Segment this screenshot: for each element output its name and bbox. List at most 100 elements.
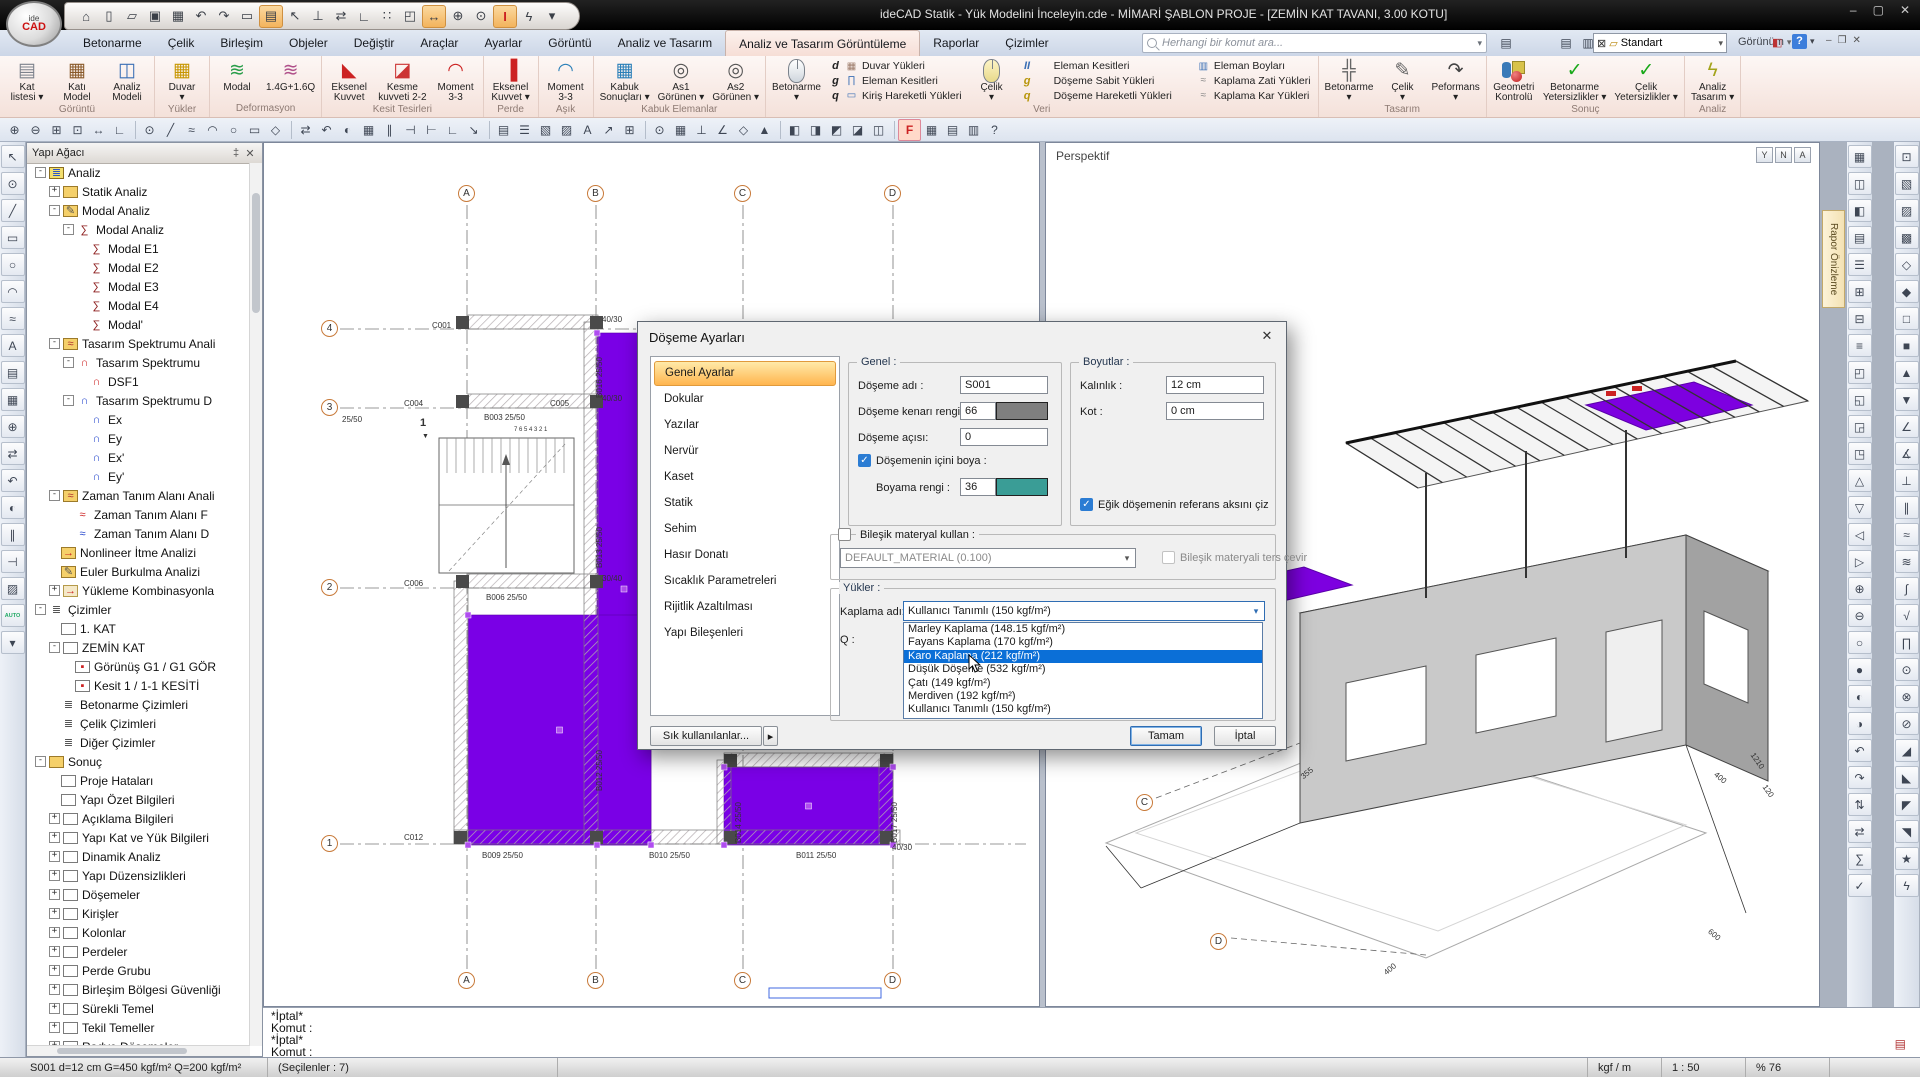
zoom-icon[interactable]: ⊕	[1, 415, 25, 438]
ungroup-icon[interactable]: ◨	[805, 120, 826, 140]
ok-button[interactable]: Tamam	[1130, 726, 1202, 746]
zoom-window-icon[interactable]: ⊞	[46, 120, 67, 140]
ribbon-button-as1-görünen[interactable]: ◎As1Görünen ▾	[655, 58, 708, 104]
new-file-icon[interactable]: ▯	[98, 6, 120, 27]
hatch2-icon[interactable]: ▨	[1895, 199, 1919, 222]
qat-dropdown-icon[interactable]: ▾	[541, 6, 563, 27]
sq-icon[interactable]: □	[1895, 307, 1919, 330]
dialog-nav-dokular[interactable]: Dokular	[654, 387, 836, 412]
tree-item-zaman-tan-m-alan-f[interactable]: ≈Zaman Tanım Alanı F	[29, 505, 250, 524]
tree-item-yap-özet-bilgileri[interactable]: Yapı Özet Bilgileri	[29, 790, 250, 809]
ribbon-button-1.4g+1.6q[interactable]: ≋1.4G+1.6Q	[263, 58, 318, 103]
ribbon-small-item-dö-eme-hareketli-yükleri[interactable]: qDöşeme Hareketli Yükleri	[1022, 89, 1172, 103]
collapse-icon[interactable]: -	[49, 642, 60, 653]
expand-icon[interactable]: +	[49, 813, 60, 824]
collapse-icon[interactable]: -	[35, 604, 46, 615]
tree-item-betonarme-çizimleri[interactable]: ≣Betonarme Çizimleri	[29, 695, 250, 714]
expand-icon[interactable]: +	[49, 1022, 60, 1033]
half2-icon[interactable]: ◐	[1848, 685, 1872, 708]
angle-icon[interactable]: ∟	[353, 6, 375, 27]
arc-icon[interactable]: ◠	[1, 280, 25, 303]
dropdown-option[interactable]: Marley Kaplama (148.15 kgf/m²)	[904, 623, 1262, 636]
paint-inside-checkbox[interactable]: ✓	[858, 454, 871, 467]
half-icon[interactable]: ◧	[1848, 199, 1872, 222]
sq2-icon[interactable]: ■	[1895, 334, 1919, 357]
dialog-nav-nervür[interactable]: Nervür	[654, 439, 836, 464]
otimes-icon[interactable]: ⊗	[1895, 685, 1919, 708]
tree-item-görünü-g1-g1-gör[interactable]: ▪Görünüş G1 / G1 GÖR	[29, 657, 250, 676]
dialog-nav-sehim[interactable]: Sehim	[654, 517, 836, 542]
wave-icon[interactable]: ≈	[1895, 523, 1919, 546]
perp-icon[interactable]: ⊥	[1895, 469, 1919, 492]
tree-item-perde-grubu[interactable]: +Perde Grubu	[29, 961, 250, 980]
stack-icon[interactable]: ▤	[1556, 34, 1576, 53]
ribbon-small-item-eleman-kesitleri[interactable]: IIEleman Kesitleri	[1022, 59, 1172, 73]
hatch-icon[interactable]: ▦	[1, 388, 25, 411]
slab-name-input[interactable]: S001	[960, 376, 1048, 394]
mdi-minimize-button[interactable]: –	[1826, 35, 1832, 46]
ribbon-small-item-kaplama-kar-yükleri[interactable]: ≈Kaplama Kar Yükleri	[1182, 89, 1311, 103]
tab-betonarme[interactable]: Betonarme	[70, 30, 155, 56]
tree-item-perdeler[interactable]: +Perdeler	[29, 942, 250, 961]
tree-item-dinamik-analiz[interactable]: +Dinamik Analiz	[29, 847, 250, 866]
menu-icon[interactable]: ≡	[1848, 334, 1872, 357]
swap-icon[interactable]: ⇅	[1848, 793, 1872, 816]
prod-icon[interactable]: ∏	[1895, 631, 1919, 654]
bolt-icon[interactable]: ϟ	[1895, 874, 1919, 897]
mirror-icon[interactable]: ◐	[1, 496, 25, 519]
arc-icon[interactable]: ◠	[202, 120, 223, 140]
mdi-restore-button[interactable]: ❐	[1838, 35, 1847, 46]
undo-icon[interactable]: ↶	[190, 6, 212, 27]
dropdown-option[interactable]: Çatı (149 kgf/m²)	[904, 677, 1262, 690]
ribbon-button-duvar[interactable]: ▦Duvar▾	[158, 58, 206, 104]
diamond-icon[interactable]: ◇	[1895, 253, 1919, 276]
line-icon[interactable]: ╱	[1, 199, 25, 222]
tab-analiz-ve-tasar-m[interactable]: Analiz ve Tasarım	[605, 30, 725, 56]
ribbon-button-çelik[interactable]: Çelik▾	[968, 58, 1016, 104]
ribbon-button-kesme-kuvveti 2-2[interactable]: ◪Kesmekuvveti 2-2	[375, 58, 429, 104]
oslash-icon[interactable]: ⊘	[1895, 712, 1919, 735]
maximize-button[interactable]: ▢	[1873, 3, 1884, 17]
tree-item-tasar-m-spektrumu-anali[interactable]: -≈Tasarım Spektrumu Anali	[29, 334, 250, 353]
home-icon[interactable]: ⌂	[75, 6, 97, 27]
tree-item-sürekli-temel[interactable]: +Sürekli Temel	[29, 999, 250, 1018]
paint-color-number[interactable]: 36	[960, 478, 996, 496]
layer-manager-icon[interactable]: ▤	[259, 5, 283, 28]
fem-icon[interactable]: F	[898, 119, 921, 141]
dialog-nav-yap-bile-enleri[interactable]: Yapı Bileşenleri	[654, 621, 836, 646]
quick-analysis-icon[interactable]: ϟ	[518, 6, 540, 27]
dyninput-icon[interactable]: ▲	[754, 120, 775, 140]
print-icon[interactable]: ▥	[963, 120, 984, 140]
close-button[interactable]: ✕	[1900, 3, 1910, 17]
rectangle-icon[interactable]: ▭	[244, 120, 265, 140]
more-icon[interactable]: ▾	[1, 631, 25, 654]
angle-icon[interactable]: ∠	[1895, 415, 1919, 438]
composite-checkbox[interactable]	[838, 528, 851, 541]
dialog-nav-kaset[interactable]: Kaset	[654, 465, 836, 490]
rotate-icon[interactable]: ↶	[1, 469, 25, 492]
layers-icon[interactable]: ▤	[1848, 226, 1872, 249]
tree-item-ey[interactable]: ∩Ey	[29, 429, 250, 448]
dialog-close-button[interactable]: ✕	[1258, 328, 1276, 344]
snap-point-icon[interactable]: ⊙	[470, 6, 492, 27]
tree-item-zaman-tan-m-alan-anali[interactable]: -≈Zaman Tanım Alanı Anali	[29, 486, 250, 505]
undo-icon[interactable]: ↶	[1848, 739, 1872, 762]
hatch-icon[interactable]: ▨	[556, 120, 577, 140]
tree-item-dö-emeler[interactable]: +Döşemeler	[29, 885, 250, 904]
boxed-icon[interactable]: ⊡	[1895, 145, 1919, 168]
tri-left-icon[interactable]: ◁	[1848, 523, 1872, 546]
zoom-window-icon[interactable]: ◰	[399, 6, 421, 27]
report-icon[interactable]: ▤	[942, 120, 963, 140]
ribbon-small-item-eleman-kesitleri[interactable]: g∏Eleman Kesitleri	[830, 74, 962, 88]
zoom-out-icon[interactable]: ⊖	[25, 120, 46, 140]
tab--izimler[interactable]: Çizimler	[992, 30, 1061, 56]
list-icon[interactable]: ☰	[1848, 253, 1872, 276]
expand-icon[interactable]: +	[49, 186, 60, 197]
ribbon-button-peformans[interactable]: ↷Peformans▾	[1428, 58, 1482, 104]
ribbon-small-item-dö-eme-sabit-yükleri[interactable]: gDöşeme Sabit Yükleri	[1022, 74, 1172, 88]
tab-ayarlar[interactable]: Ayarlar	[471, 30, 535, 56]
minus-icon[interactable]: ⊟	[1848, 307, 1872, 330]
collapse-icon[interactable]: -	[35, 167, 46, 178]
dimension-icon[interactable]: ∷	[376, 6, 398, 27]
ortho-icon[interactable]: ⊥	[691, 120, 712, 140]
